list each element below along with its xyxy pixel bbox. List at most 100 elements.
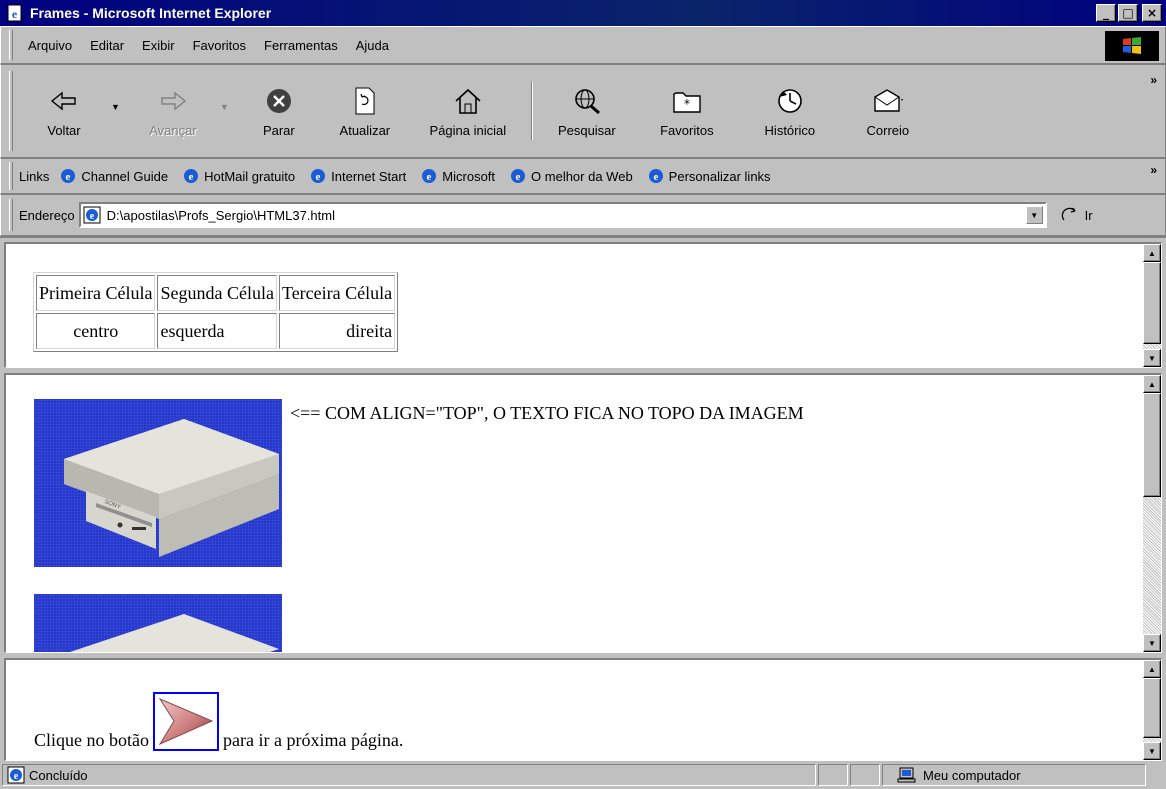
cdrom-drive-picture: SONY [64, 419, 279, 557]
stop-icon [266, 88, 291, 113]
scroll-down-icon[interactable]: ▼ [1143, 349, 1161, 367]
search-button[interactable]: Pesquisar [537, 72, 637, 150]
link-label: Microsoft [442, 168, 496, 184]
table-cell: Primeira Célula [36, 275, 156, 311]
link-personalizar[interactable]: e Personalizar links [647, 167, 771, 185]
address-label: Endereço [19, 207, 75, 223]
forward-button[interactable]: Avançar [128, 72, 218, 150]
refresh-label: Atualizar [339, 122, 391, 138]
stop-button[interactable]: Parar [237, 72, 321, 150]
table-cell: centro [36, 313, 156, 349]
title-bar[interactable]: e Frames - Microsoft Internet Explorer _… [0, 0, 1166, 26]
scroll-thumb[interactable] [1143, 262, 1161, 344]
forward-arrow-icon [161, 91, 187, 110]
frame-top: Primeira Célula Segunda Célula Terceira … [4, 242, 1162, 368]
ie-link-icon: e [648, 169, 663, 183]
links-chevron-icon[interactable]: » [1150, 163, 1157, 177]
scroll-thumb[interactable] [1143, 393, 1161, 497]
go-button[interactable]: Ir [1061, 206, 1093, 224]
frame-middle-scrollbar[interactable]: ▲ ▼ [1143, 375, 1161, 652]
favorites-button[interactable]: * Favoritos [637, 72, 737, 150]
next-page-button[interactable] [153, 692, 219, 751]
frame-top-scrollbar[interactable]: ▲ ▼ [1143, 244, 1161, 367]
minimize-button[interactable]: _ [1096, 4, 1116, 22]
menu-arquivo[interactable]: Arquivo [19, 38, 81, 53]
go-arrow-icon [1061, 207, 1076, 221]
scroll-down-icon[interactable]: ▼ [1143, 634, 1161, 652]
svg-text:e: e [14, 771, 19, 782]
computer-icon [897, 767, 916, 783]
ie-link-icon: e [511, 169, 526, 183]
mail-label: Correio [866, 122, 910, 138]
nav-text-before: Clique no botão [34, 730, 149, 750]
menu-ajuda[interactable]: Ajuda [347, 38, 398, 53]
scroll-thumb[interactable] [1143, 678, 1161, 738]
history-icon [778, 88, 802, 113]
refresh-button[interactable]: Atualizar [321, 72, 409, 150]
menu-ferramentas[interactable]: Ferramentas [255, 38, 347, 53]
history-button[interactable]: Histórico [737, 72, 843, 150]
table-row: centro esquerda direita [36, 313, 396, 349]
history-label: Histórico [764, 122, 816, 138]
menu-grip[interactable] [9, 30, 13, 60]
home-button[interactable]: Página inicial [409, 72, 527, 150]
scroll-up-icon[interactable]: ▲ [1143, 375, 1161, 393]
table-cell: direita [278, 313, 396, 349]
frameset: Primeira Célula Segunda Célula Terceira … [0, 236, 1166, 761]
address-dropdown-icon[interactable]: ▼ [1025, 206, 1043, 224]
mail-icon [874, 88, 903, 112]
link-hotmail[interactable]: e HotMail gratuito [182, 167, 295, 185]
cell-table: Primeira Célula Segunda Célula Terceira … [33, 272, 399, 352]
frame-bottom-scrollbar[interactable]: ▲ ▼ [1143, 660, 1161, 760]
home-icon [455, 88, 481, 114]
svg-text:*: * [684, 97, 690, 111]
maximize-button[interactable]: □ [1118, 4, 1138, 22]
links-grip[interactable] [9, 162, 13, 190]
address-value: D:\apostilas\Profs_Sergio\HTML37.html [106, 207, 335, 223]
refresh-icon [355, 87, 375, 114]
link-label: HotMail gratuito [204, 168, 296, 184]
nav-text-after: para ir a próxima página. [223, 730, 404, 750]
svg-text:e: e [653, 171, 658, 183]
link-label: Personalizar links [668, 168, 771, 184]
forward-dropdown-icon[interactable]: ▼ [220, 102, 229, 112]
go-label: Ir [1084, 207, 1093, 223]
svg-text:e: e [89, 211, 94, 222]
link-channel-guide[interactable]: e Channel Guide [59, 167, 168, 185]
link-melhor-da-web[interactable]: e O melhor da Web [509, 167, 633, 185]
standard-toolbar: Voltar ▼ Avançar ▼ Parar Atualizar Págin… [0, 64, 1166, 158]
back-button[interactable]: Voltar [19, 72, 109, 150]
menu-favoritos[interactable]: Favoritos [184, 38, 255, 53]
windows-logo-throbber [1105, 31, 1159, 61]
mail-button[interactable]: Correio [843, 72, 933, 150]
scroll-up-icon[interactable]: ▲ [1143, 660, 1161, 678]
status-zone: Meu computador [923, 767, 1021, 783]
address-input[interactable]: e D:\apostilas\Profs_Sergio\HTML37.html … [78, 202, 1047, 228]
back-dropdown-icon[interactable]: ▼ [111, 102, 120, 112]
cdrom-drive-picture [70, 614, 279, 652]
toolbar-chevron-icon[interactable]: » [1150, 73, 1157, 87]
toolbar-grip[interactable] [9, 71, 13, 151]
link-microsoft[interactable]: e Microsoft [420, 167, 495, 185]
table-cell: Terceira Célula [278, 275, 396, 311]
table-cell: Segunda Célula [157, 275, 277, 311]
menu-editar[interactable]: Editar [81, 38, 133, 53]
ie-page-icon: e [83, 206, 101, 224]
svg-text:e: e [516, 171, 521, 183]
close-button[interactable]: × [1142, 4, 1162, 22]
table-cell: esquerda [157, 313, 277, 349]
links-bar: Links e Channel Guide e HotMail gratuito… [0, 158, 1166, 194]
menu-exibir[interactable]: Exibir [133, 38, 184, 53]
cdrom-image-second [34, 594, 282, 652]
ie-link-icon: e [184, 169, 199, 183]
scroll-down-icon[interactable]: ▼ [1143, 742, 1161, 760]
ie-page-icon: e [7, 4, 22, 22]
address-grip[interactable] [9, 199, 13, 231]
link-label: Channel Guide [81, 168, 169, 184]
scroll-up-icon[interactable]: ▲ [1143, 244, 1161, 262]
status-zone-pane: Meu computador [882, 764, 1146, 786]
favorites-label: Favoritos [660, 122, 714, 138]
link-internet-start[interactable]: e Internet Start [309, 167, 406, 185]
table-row: Primeira Célula Segunda Célula Terceira … [36, 275, 396, 311]
svg-text:e: e [12, 7, 18, 21]
